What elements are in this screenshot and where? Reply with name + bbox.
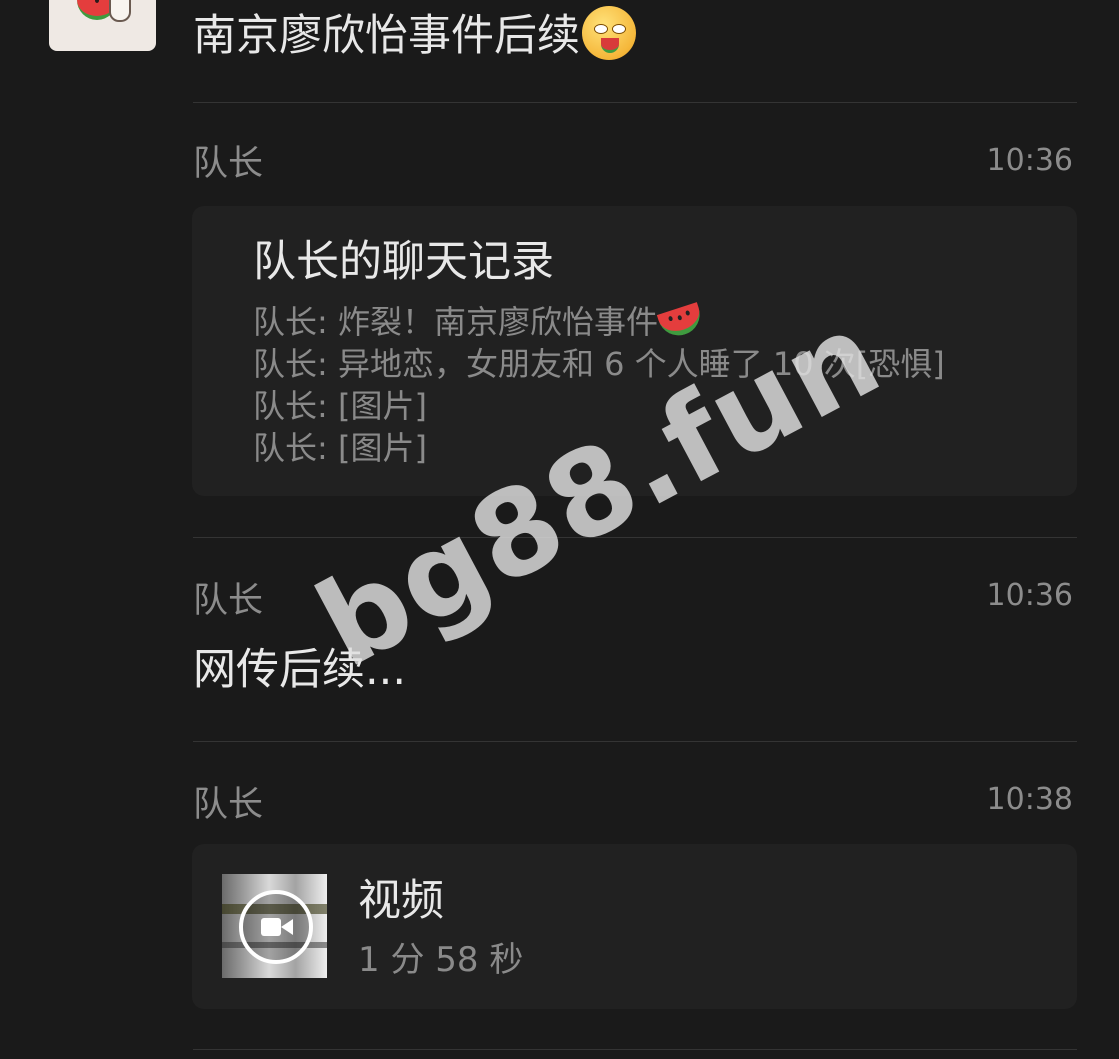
video-thumbnail[interactable] xyxy=(222,874,327,978)
message-time: 10:36 xyxy=(986,143,1073,178)
chat-title-text: 南京廖欣怡事件后续 xyxy=(193,11,580,61)
chat-avatar[interactable] xyxy=(49,0,156,51)
divider xyxy=(193,1049,1077,1050)
video-label: 视频 xyxy=(358,876,444,926)
message-sender: 队长 xyxy=(193,581,264,621)
video-card[interactable]: 视频 1 分 58 秒 xyxy=(192,844,1077,1009)
divider xyxy=(193,102,1077,103)
divider xyxy=(193,741,1077,742)
chat-record-line: 队长: [图片] xyxy=(253,429,427,467)
face-with-watermelon-icon xyxy=(582,6,636,60)
chat-record-line: 队长: 炸裂！南京廖欣怡事件 xyxy=(253,302,706,342)
chat-record-title: 队长的聊天记录 xyxy=(253,237,554,287)
chat-record-card[interactable]: 队长的聊天记录 队长: 炸裂！南京廖欣怡事件 队长: 异地恋，女朋友和 6 个人… xyxy=(192,206,1077,496)
play-button[interactable] xyxy=(239,890,313,964)
video-camera-icon xyxy=(261,918,281,936)
message-sender: 队长 xyxy=(193,785,264,825)
video-duration: 1 分 58 秒 xyxy=(358,940,524,980)
chat-title: 南京廖欣怡事件后续 xyxy=(193,6,636,62)
chat-record-line: 队长: 异地恋，女朋友和 6 个人睡了 10 次[恐惧] xyxy=(253,345,945,383)
watermelon-icon xyxy=(656,302,706,341)
chat-record-line: 队长: [图片] xyxy=(253,387,427,425)
avatar-hand-icon xyxy=(109,0,131,22)
message-sender: 队长 xyxy=(193,144,264,184)
message-text[interactable]: 网传后续... xyxy=(193,643,406,697)
message-time: 10:36 xyxy=(986,578,1073,613)
divider xyxy=(193,537,1077,538)
message-time: 10:38 xyxy=(986,782,1073,817)
